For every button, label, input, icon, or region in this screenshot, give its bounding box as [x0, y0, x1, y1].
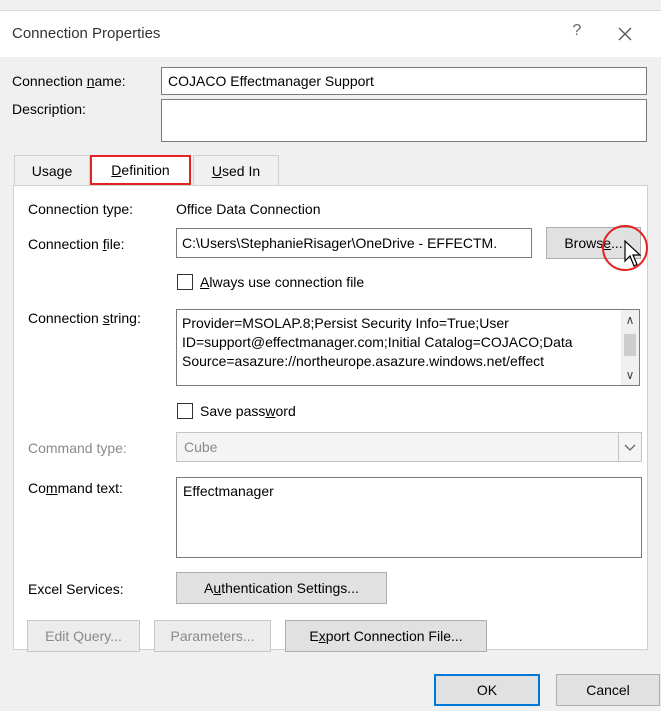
authentication-settings-button[interactable]: Authentication Settings... [176, 572, 387, 604]
dialog-title: Connection Properties [12, 25, 161, 42]
always-use-connection-file-label: Always use connection file [200, 274, 365, 290]
description-input[interactable] [161, 99, 647, 142]
title-bar: Connection Properties ? [0, 10, 661, 57]
always-use-connection-file-checkbox[interactable] [177, 274, 193, 290]
connection-string-text: Provider=MSOLAP.8;Persist Security Info=… [182, 315, 577, 369]
excel-services-label: Excel Services: [28, 581, 124, 597]
export-connection-file-button[interactable]: Export Connection File... [285, 620, 487, 652]
tab-definition[interactable]: Definition [90, 155, 191, 185]
parameters-button[interactable]: Parameters... [154, 620, 271, 652]
connection-file-input[interactable]: C:\Users\StephanieRisager\OneDrive - EFF… [176, 228, 532, 258]
chevron-down-icon[interactable] [618, 433, 641, 461]
command-text-label: Command text: [28, 480, 123, 496]
edit-query-button[interactable]: Edit Query... [27, 620, 140, 652]
description-label: Description: [12, 101, 86, 117]
cancel-button[interactable]: Cancel [556, 674, 660, 706]
connection-string-label: Connection string: [28, 310, 141, 326]
connection-name-input[interactable]: COJACO Effectmanager Support [161, 67, 647, 95]
save-password-checkbox[interactable] [177, 403, 193, 419]
command-type-value: Cube [184, 439, 218, 455]
connection-properties-dialog: Connection Properties ? Connection name:… [0, 0, 661, 711]
save-password-label: Save password [200, 403, 296, 419]
scroll-down-icon[interactable]: ∨ [621, 366, 639, 384]
scrollbar-thumb[interactable] [624, 334, 636, 356]
command-type-select[interactable]: Cube [176, 432, 642, 462]
close-icon[interactable] [612, 21, 638, 47]
connection-string-scrollbar[interactable]: ∧ ∨ [621, 310, 639, 385]
tab-used-in[interactable]: Used In [193, 155, 279, 185]
connection-file-label: Connection file: [28, 236, 125, 252]
tab-usage[interactable]: Usage [14, 155, 90, 185]
ok-button[interactable]: OK [434, 674, 540, 706]
help-button[interactable]: ? [567, 22, 587, 46]
connection-type-value: Office Data Connection [176, 201, 321, 217]
command-text-textarea[interactable]: Effectmanager [176, 477, 642, 558]
cursor-icon [623, 239, 645, 272]
connection-name-label: Connection name: [12, 73, 126, 89]
scroll-up-icon[interactable]: ∧ [621, 311, 639, 329]
connection-type-label: Connection type: [28, 201, 134, 217]
connection-string-textarea[interactable]: Provider=MSOLAP.8;Persist Security Info=… [176, 309, 640, 386]
command-type-label: Command type: [28, 440, 127, 456]
